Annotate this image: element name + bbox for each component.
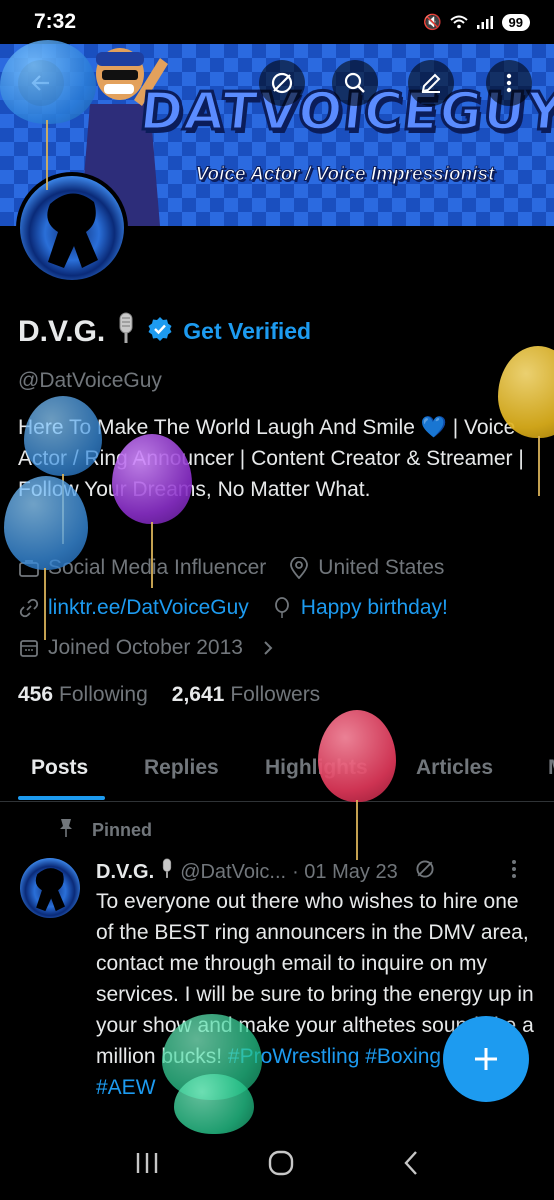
following-link[interactable]: 456 Following [18,683,148,707]
battery-icon: 99 [501,13,530,31]
post-header: D.V.G. @DatVoic... · 01 May 23 [96,858,436,886]
location-pin-icon [288,557,310,579]
balloon-decoration [0,40,96,124]
balloon-icon [271,597,293,619]
profile-handle: @DatVoiceGuy [18,369,162,392]
pencil-icon [421,73,441,93]
active-tab-indicator [18,796,105,800]
followers-label: Followers [230,683,321,706]
tab-replies[interactable]: Replies [144,756,219,780]
followers-count: 2,641 [171,683,225,706]
microphone-icon [160,858,174,886]
tab-articles[interactable]: Articles [416,756,493,780]
edit-button[interactable] [408,60,454,106]
plus-icon [475,1048,497,1070]
verified-badge-icon[interactable] [147,316,173,347]
balloon-string [356,800,358,860]
name-row: D.V.G. Get Verified [18,312,311,351]
grok-icon[interactable] [414,858,436,886]
birthday-text: Happy birthday! [300,596,448,619]
more-options-button[interactable] [486,60,532,106]
post-more-button[interactable] [510,858,518,886]
compose-post-button[interactable] [443,1016,529,1102]
status-bar: 7:32 🔇 99 [0,0,554,44]
post-author-avatar[interactable] [20,858,80,918]
profile-name: D.V.G. [18,314,106,348]
balloon-string [538,436,540,496]
meta-row-3[interactable]: Joined October 2013 [18,636,279,660]
post-author-name[interactable]: D.V.G. [96,861,154,884]
pin-icon [58,818,74,843]
microphone-icon [115,312,137,351]
balloon-string [151,522,153,588]
pinned-indicator: Pinned [58,818,152,843]
profile-tabs: Posts Replies Highlights Articles M [0,740,554,802]
balloon-decoration [4,476,88,570]
following-label: Following [59,683,148,706]
recent-apps-icon [136,1152,157,1173]
balloon-decoration [112,434,192,524]
post-date[interactable]: · 01 May 23 [292,861,398,884]
post-author-handle[interactable]: @DatVoic... [180,861,286,884]
chevron-right-icon [257,637,279,659]
banner-tagline: Voice Actor / Voice Impressionist [195,164,495,186]
avatar-silhouette-image [47,193,98,268]
avatar-silhouette-image [35,868,65,912]
back-chevron-icon [404,1150,418,1175]
home-icon [268,1150,294,1175]
home-button[interactable] [267,1149,295,1182]
followers-link[interactable]: 2,641 Followers [172,683,320,707]
meta-row-1: Social Media Influencer United States [18,556,444,580]
grok-icon [271,72,293,94]
profile-website-link[interactable]: linktr.ee/DatVoiceGuy [48,596,249,620]
tab-posts[interactable]: Posts [31,756,88,780]
profile-location: United States [318,556,445,579]
back-nav-button[interactable] [402,1149,420,1182]
balloon-decoration [318,710,396,802]
pinned-label: Pinned [92,820,153,840]
more-vertical-icon [506,73,512,93]
more-vertical-icon [512,860,516,878]
signal-icon [476,13,494,31]
profile-category: Social Media Influencer [48,556,267,579]
status-time: 7:32 [34,10,77,33]
balloon-string [44,568,46,640]
joined-date: Joined October 2013 [48,636,243,659]
recent-apps-button[interactable] [134,1151,160,1180]
system-nav-bar [0,1130,554,1200]
grok-button[interactable] [259,60,305,106]
search-button[interactable] [332,60,378,106]
link-icon [18,597,40,619]
balloon-string [46,120,48,190]
get-verified-link[interactable]: Get Verified [183,318,311,345]
mute-icon: 🔇 [423,14,442,31]
meta-row-2: linktr.ee/DatVoiceGuy Happy birthday! [18,596,448,620]
following-count: 456 [18,683,54,706]
balloon-decoration [24,396,102,476]
profile-avatar[interactable] [16,172,128,284]
tab-media[interactable]: M [548,756,554,780]
balloon-decoration [174,1074,254,1134]
wifi-icon [449,13,468,31]
search-icon [344,72,365,93]
follow-stats: 456 Following 2,641 Followers [18,683,320,707]
calendar-icon [18,637,40,659]
